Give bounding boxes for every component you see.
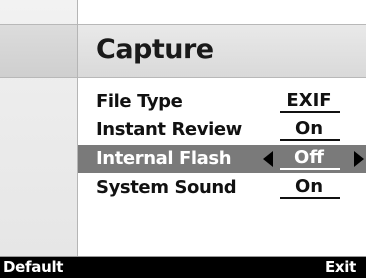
menu-item-value: On xyxy=(278,174,340,202)
menu-item-system-sound[interactable]: System Sound On xyxy=(78,174,366,202)
menu-item-value-text: EXIF xyxy=(286,90,332,111)
menu-item-label: System Sound xyxy=(96,177,237,198)
default-softkey[interactable]: Default xyxy=(3,257,63,278)
left-arrow-icon[interactable] xyxy=(263,151,273,167)
camera-menu-screen: Capture File Type EXIF Instant Review On… xyxy=(0,0,366,278)
menu-item-file-type[interactable]: File Type EXIF xyxy=(78,88,366,116)
right-arrow-icon[interactable] xyxy=(354,151,364,167)
menu-item-value: On xyxy=(278,116,340,144)
value-underline xyxy=(280,168,340,170)
menu-item-label: Instant Review xyxy=(96,119,242,140)
page-title: Capture xyxy=(96,34,214,65)
menu-item-value: Off xyxy=(278,145,340,173)
menu-item-value-text: Off xyxy=(294,147,324,168)
softkey-bar: Default Exit xyxy=(0,257,366,278)
menu-category-panel xyxy=(0,0,78,257)
value-underline xyxy=(280,139,340,141)
menu-item-label: File Type xyxy=(96,91,183,112)
value-underline xyxy=(280,111,340,113)
value-underline xyxy=(280,197,340,199)
exit-softkey[interactable]: Exit xyxy=(325,257,356,278)
menu-item-instant-review[interactable]: Instant Review On xyxy=(78,116,366,144)
menu-item-value-text: On xyxy=(294,118,324,139)
menu-category-tab[interactable] xyxy=(0,24,77,78)
menu-item-label: Internal Flash xyxy=(96,148,232,169)
menu-item-internal-flash[interactable]: Internal Flash Off xyxy=(78,145,366,173)
menu-item-value-text: On xyxy=(294,176,324,197)
menu-item-value: EXIF xyxy=(278,88,340,116)
